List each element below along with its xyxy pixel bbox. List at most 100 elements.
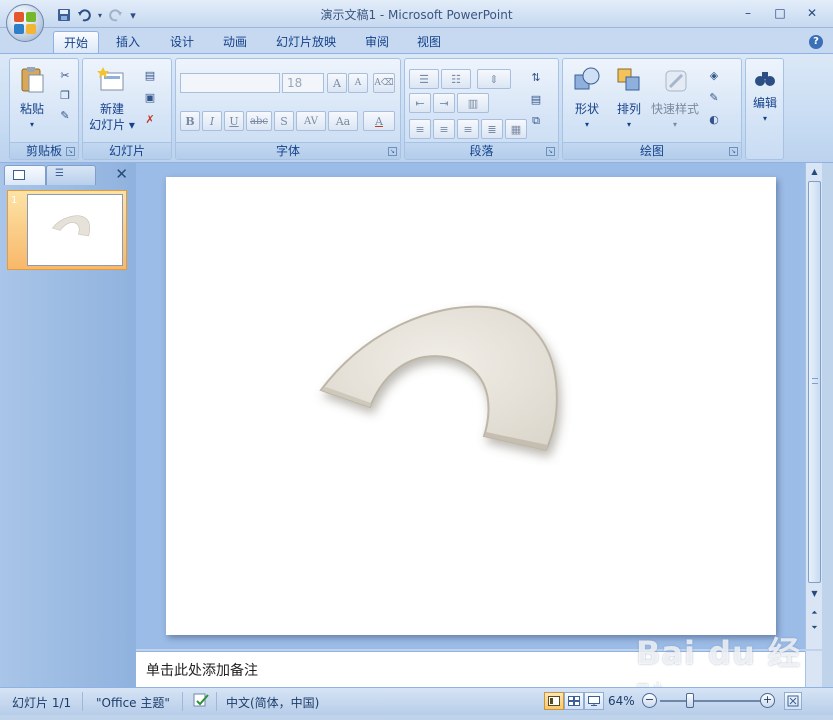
tab-animations[interactable]: 动画	[213, 31, 257, 54]
paste-button[interactable]: 粘贴 ▾	[14, 65, 50, 133]
minimize-button[interactable]: –	[735, 4, 761, 22]
font-launcher-icon[interactable]: ↘	[388, 147, 397, 156]
increase-indent-icon[interactable]: ⇥	[433, 93, 455, 113]
smartart-icon[interactable]: ⧉	[527, 113, 545, 129]
vertical-scrollbar[interactable]: ▲ ▼ ⏶ ⏷	[805, 163, 822, 649]
block-arc-shape[interactable]	[166, 177, 776, 635]
tab-insert[interactable]: 插入	[106, 31, 150, 54]
tab-home[interactable]: 开始	[53, 31, 100, 54]
paste-icon	[21, 67, 44, 93]
align-text-icon[interactable]: ▤	[527, 91, 545, 107]
copy-icon[interactable]: ❐	[56, 87, 74, 103]
scrollbar-thumb[interactable]	[808, 181, 821, 583]
numbering-icon[interactable]: ☷	[441, 69, 471, 89]
change-case-button[interactable]: Aa	[328, 111, 358, 131]
grow-font-button[interactable]: A	[327, 73, 347, 93]
shapes-button[interactable]: 形状 ▾	[567, 65, 607, 133]
cut-icon[interactable]: ✂	[56, 67, 74, 83]
tab-slide-show[interactable]: 幻灯片放映	[266, 31, 346, 54]
ribbon-tabs: 开始 插入 设计 动画 幻灯片放映 审阅 视图 ?	[0, 28, 833, 54]
drawing-launcher-icon[interactable]: ↘	[729, 147, 738, 156]
align-center-icon[interactable]: ≡	[433, 119, 455, 139]
slide-number: 1	[11, 195, 18, 206]
line-spacing-icon[interactable]: ⇕	[477, 69, 511, 89]
normal-view-icon[interactable]	[544, 692, 564, 710]
quick-styles-button[interactable]: 快速样式 ▾	[649, 65, 701, 133]
previous-slide-icon[interactable]: ⏶	[808, 606, 821, 619]
editing-button[interactable]: 编辑 ▾	[748, 67, 782, 127]
status-bar: 幻灯片 1/1 "Office 主题" 中文(简体，中国) 64% − +	[0, 687, 833, 715]
spelling-check-icon[interactable]	[192, 692, 210, 711]
new-slide-button[interactable]: 新建 幻灯片 ▾	[87, 65, 137, 133]
justify-icon[interactable]: ≣	[481, 119, 503, 139]
bold-button[interactable]: B	[180, 111, 200, 131]
zoom-slider-knob[interactable]	[686, 693, 694, 708]
zoom-in-button[interactable]: +	[760, 693, 775, 708]
slide-thumbnail-1[interactable]: 1	[7, 190, 127, 270]
new-slide-label-2: 幻灯片 ▾	[89, 118, 135, 132]
zoom-out-button[interactable]: −	[642, 693, 657, 708]
fit-to-window-icon[interactable]	[784, 692, 802, 710]
tab-design[interactable]: 设计	[160, 31, 204, 54]
zoom-slider[interactable]	[660, 700, 764, 702]
align-left-icon[interactable]: ≡	[409, 119, 431, 139]
title-bar: ▾ ▾ 演示文稿1 - Microsoft PowerPoint – □ ✕	[0, 0, 833, 28]
text-shadow-button[interactable]: S	[274, 111, 294, 131]
text-direction-icon[interactable]: ⇅	[527, 69, 545, 85]
clear-format-icon[interactable]: A⌫	[373, 73, 395, 93]
underline-button[interactable]: U	[224, 111, 244, 131]
clipboard-launcher-icon[interactable]: ↘	[66, 147, 75, 156]
slide-canvas[interactable]	[166, 177, 776, 635]
maximize-button[interactable]: □	[767, 4, 793, 22]
shape-fill-icon[interactable]: ◈	[705, 67, 723, 83]
slides-panel: ☰ ✕ 1	[0, 163, 136, 687]
close-button[interactable]: ✕	[799, 4, 825, 22]
layout-icon[interactable]: ▤	[141, 67, 159, 83]
shapes-icon	[574, 67, 600, 90]
align-right-icon[interactable]: ≡	[457, 119, 479, 139]
tab-view[interactable]: 视图	[407, 31, 451, 54]
font-group-label: 字体	[176, 142, 400, 159]
font-color-button[interactable]: A	[363, 111, 395, 131]
help-icon[interactable]: ?	[809, 35, 823, 49]
paragraph-group-label: 段落	[405, 142, 558, 159]
slide-sorter-view-icon[interactable]	[564, 692, 584, 710]
distribute-icon[interactable]: ▦	[505, 119, 527, 139]
strikethrough-button[interactable]: abc	[246, 111, 272, 131]
language-indicator[interactable]: 中文(简体，中国)	[226, 694, 319, 711]
arrange-button[interactable]: 排列 ▾	[609, 65, 649, 133]
decrease-indent-icon[interactable]: ⇤	[409, 93, 431, 113]
outline-tab[interactable]: ☰	[46, 165, 96, 185]
italic-button[interactable]: I	[202, 111, 222, 131]
scroll-down-icon[interactable]: ▼	[808, 587, 821, 600]
clipboard-group: 粘贴 ▾ ✂ ❐ ✎ 剪贴板 ↘	[9, 58, 79, 160]
paragraph-launcher-icon[interactable]: ↘	[546, 147, 555, 156]
slide-show-view-icon[interactable]	[584, 692, 604, 710]
tab-review[interactable]: 审阅	[355, 31, 399, 54]
status-separator	[216, 692, 217, 711]
shape-outline-icon[interactable]: ✎	[705, 89, 723, 105]
shrink-font-button[interactable]: A	[348, 73, 368, 93]
reset-icon[interactable]: ▣	[141, 89, 159, 105]
status-separator	[182, 692, 183, 711]
close-panel-icon[interactable]: ✕	[115, 165, 128, 183]
shape-effects-icon[interactable]: ◐	[705, 111, 723, 127]
font-size-field[interactable]: 18	[282, 73, 324, 93]
bullets-icon[interactable]: ☰	[409, 69, 439, 89]
format-painter-icon[interactable]: ✎	[56, 107, 74, 123]
font-name-field[interactable]	[180, 73, 280, 93]
columns-icon[interactable]: ▥	[457, 93, 489, 113]
arrange-dropdown-icon: ▾	[626, 120, 631, 129]
shapes-label: 形状	[574, 102, 599, 116]
outline-icon: ☰	[55, 168, 64, 179]
zoom-level[interactable]: 64%	[608, 694, 635, 708]
scroll-up-icon[interactable]: ▲	[808, 165, 821, 178]
office-button[interactable]	[6, 4, 44, 42]
slide-count: 幻灯片 1/1	[12, 696, 72, 710]
slides-tab[interactable]	[4, 165, 46, 185]
binoculars-icon	[755, 72, 775, 86]
notes-placeholder: 单击此处添加备注	[146, 663, 258, 679]
scrollbar-grip-icon	[812, 378, 818, 384]
character-spacing-button[interactable]: AV	[296, 111, 326, 131]
delete-slide-icon[interactable]: ✗	[141, 111, 159, 127]
